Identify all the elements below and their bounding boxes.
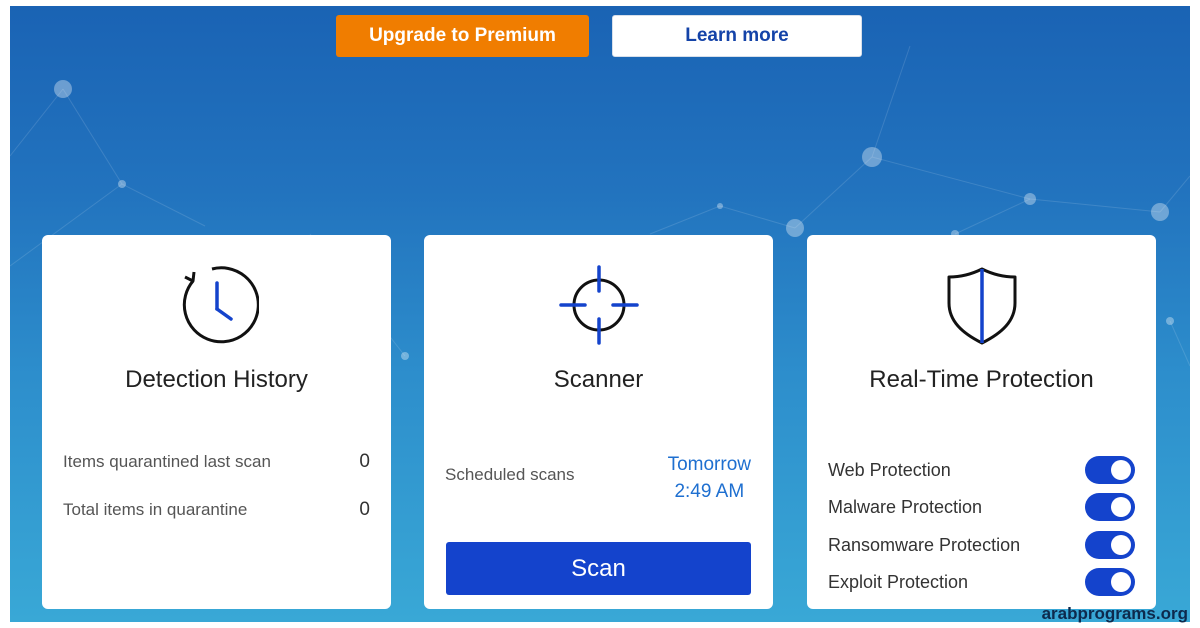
stat-value: 0 <box>359 451 370 472</box>
toggle-label: Web Protection <box>828 459 951 480</box>
learn-more-button[interactable]: Learn more <box>612 15 862 57</box>
toggle-knob <box>1111 497 1131 517</box>
real-time-protection-title: Real-Time Protection <box>869 366 1094 393</box>
upgrade-to-premium-button[interactable]: Upgrade to Premium <box>336 15 589 57</box>
shield-icon <box>947 267 1016 345</box>
dashboard-panel: Upgrade to Premium Learn more Detection … <box>10 6 1190 622</box>
stat-value: 0 <box>359 499 370 520</box>
web-protection-toggle[interactable] <box>1085 456 1135 484</box>
toggle-label: Ransomware Protection <box>828 534 1021 555</box>
toggle-label: Exploit Protection <box>828 571 969 592</box>
crosshair-icon <box>558 265 639 345</box>
scan-button[interactable]: Scan <box>446 542 751 595</box>
scheduled-scan-clock: 2:49 AM <box>674 481 745 502</box>
scheduled-scan-time[interactable]: Tomorrow 2:49 AM <box>668 451 751 505</box>
watermark-text: arabprograms.org <box>1041 604 1188 623</box>
exploit-protection-toggle[interactable] <box>1085 568 1135 596</box>
toggle-knob <box>1111 572 1131 592</box>
malware-protection-toggle[interactable] <box>1085 493 1135 521</box>
scheduled-scan-day: Tomorrow <box>667 454 751 475</box>
stat-row-total-in-quarantine: Total items in quarantine 0 <box>63 498 370 522</box>
real-time-protection-card[interactable]: Real-Time Protection Web Protection Malw… <box>807 235 1156 609</box>
detection-history-card[interactable]: Detection History Items quarantined last… <box>42 235 391 609</box>
screenshot-frame: Upgrade to Premium Learn more Detection … <box>0 0 1200 628</box>
toggle-knob <box>1111 535 1131 555</box>
detection-history-title: Detection History <box>125 366 308 393</box>
history-clock-icon <box>182 266 259 344</box>
ransomware-protection-toggle[interactable] <box>1085 531 1135 559</box>
scanner-card[interactable]: Scanner Scheduled scans Tomorrow 2:49 AM… <box>424 235 773 609</box>
toggle-row-ransomware-protection: Ransomware Protection <box>828 531 1135 559</box>
scheduled-scans-label: Scheduled scans <box>445 465 575 484</box>
toggle-knob <box>1111 460 1131 480</box>
toggle-row-web-protection: Web Protection <box>828 456 1135 484</box>
toggle-row-malware-protection: Malware Protection <box>828 493 1135 521</box>
toggle-row-exploit-protection: Exploit Protection <box>828 568 1135 596</box>
toggle-label: Malware Protection <box>828 496 983 517</box>
stat-label: Total items in quarantine <box>63 500 248 519</box>
stat-label: Items quarantined last scan <box>63 452 271 471</box>
stat-row-quarantined-last-scan: Items quarantined last scan 0 <box>63 450 370 474</box>
scanner-title: Scanner <box>553 366 644 393</box>
